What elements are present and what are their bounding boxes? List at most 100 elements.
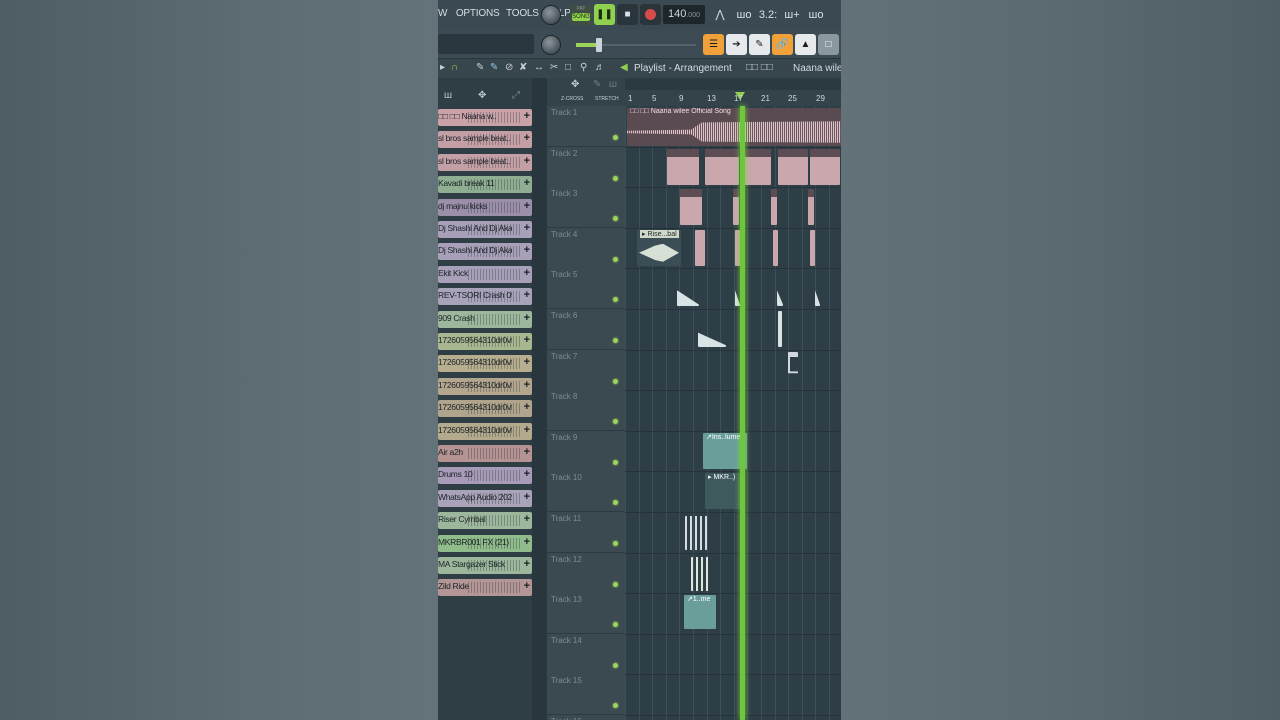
track-enable-led[interactable] — [613, 703, 618, 709]
playhead[interactable] — [740, 106, 745, 720]
audio-clip[interactable] — [695, 229, 705, 266]
browser-clip[interactable]: Air a2h + — [438, 445, 532, 462]
add-clip-icon[interactable]: + — [524, 558, 530, 570]
magnet-icon[interactable]: ∩ — [451, 62, 458, 73]
pattern-song-toggle[interactable]: PAT SONG — [570, 5, 592, 25]
browser-clip[interactable]: 1726059564310dr0vf.. + — [438, 400, 532, 418]
countdown-icon[interactable]: 3.2: — [757, 4, 779, 26]
track-header[interactable]: Track 8 — [547, 390, 625, 432]
track-enable-led[interactable] — [613, 378, 618, 384]
track-enable-led[interactable] — [613, 459, 618, 465]
track-enable-led[interactable] — [613, 297, 618, 303]
add-clip-icon[interactable]: + — [524, 334, 530, 346]
panel-divider[interactable] — [532, 78, 547, 720]
browser-clip[interactable]: Kavadi break 11 + — [438, 176, 532, 194]
track-header[interactable]: Track 6 — [547, 309, 625, 350]
track-enable-led[interactable] — [613, 338, 618, 343]
add-clip-icon[interactable]: + — [524, 513, 530, 525]
add-clip-icon[interactable]: + — [524, 222, 530, 234]
plugin-picker-button[interactable]: ▲ — [795, 34, 816, 55]
playlist-grid[interactable]: □□ □□ Naana wilee Official Song ▸ Rise...… — [625, 106, 841, 720]
audio-clip[interactable] — [685, 516, 707, 550]
loop-record-icon[interactable]: шо — [805, 4, 827, 26]
slider-thumb[interactable] — [596, 38, 602, 52]
playlist-arrow-icon[interactable]: ◀ — [620, 62, 628, 73]
audio-clip[interactable] — [667, 148, 699, 185]
audio-clip[interactable] — [810, 229, 815, 266]
add-clip-icon[interactable]: + — [524, 267, 530, 279]
metronome-icon[interactable]: ⋀ — [709, 4, 731, 26]
add-clip-icon[interactable]: + — [524, 155, 530, 167]
speaker-icon[interactable]: ♬ — [595, 62, 605, 73]
track-header[interactable]: Track 7 — [547, 349, 625, 391]
add-clip-icon[interactable]: + — [524, 446, 530, 458]
track-header[interactable]: Track 16 — [547, 715, 625, 720]
audio-clip[interactable] — [705, 148, 739, 185]
overview-strip[interactable] — [625, 78, 841, 90]
add-clip-icon[interactable]: + — [524, 356, 530, 368]
automation-clip[interactable]: ↗1..me — [684, 595, 716, 630]
audio-clip-fx[interactable]: ▸ MKR..) — [705, 473, 741, 510]
audio-clip-crash[interactable] — [698, 332, 726, 347]
add-clip-icon[interactable]: + — [524, 491, 530, 503]
browser-clip[interactable]: MA Stargazer Stick + — [438, 557, 532, 574]
pencil-icon[interactable]: ✎ — [593, 79, 601, 90]
slice-icon[interactable]: ✂ — [550, 62, 558, 73]
select-icon[interactable]: □ — [565, 62, 571, 73]
browser-clip[interactable]: Riser Cymbal + — [438, 512, 532, 530]
add-clip-icon[interactable]: + — [524, 580, 530, 592]
ruler-mode-a[interactable]: Z-CROSS — [561, 96, 584, 102]
add-clip-icon[interactable]: + — [524, 132, 530, 144]
add-clip-icon[interactable]: + — [524, 244, 530, 256]
browser-clip[interactable]: Zild Ride + — [438, 579, 532, 597]
browser-clip[interactable]: 1726059564310dr0vf.. + — [438, 377, 532, 395]
browser-clip[interactable]: WhatsApp Audio 202.. + — [438, 489, 532, 507]
menu-item-options[interactable]: OPTIONS — [456, 8, 500, 19]
audio-clip[interactable] — [771, 189, 777, 226]
track-enable-led[interactable] — [613, 216, 618, 222]
waveform-icon[interactable]: ш — [444, 90, 452, 101]
blend-icon[interactable]: ш+ — [781, 4, 803, 26]
ruler-mode-b[interactable]: STRETCH — [595, 96, 619, 102]
audio-clip[interactable] — [773, 229, 778, 266]
add-clip-icon[interactable]: + — [524, 177, 530, 189]
piano-roll-button[interactable]: ☰ — [703, 34, 724, 55]
audio-clip[interactable] — [691, 556, 711, 591]
track-enable-led[interactable] — [613, 541, 618, 546]
browser-clip[interactable]: Drums 10 + — [438, 467, 532, 485]
add-clip-icon[interactable]: + — [524, 379, 530, 391]
audio-clip-crash[interactable] — [778, 311, 782, 347]
track-enable-led[interactable] — [613, 256, 618, 262]
track-header[interactable]: Track 12 — [547, 552, 625, 594]
mute-icon[interactable]: ✘ — [519, 62, 527, 73]
add-clip-icon[interactable]: + — [524, 200, 530, 212]
track-header[interactable]: Track 14 — [547, 633, 625, 675]
master-pitch-knob[interactable] — [541, 35, 561, 55]
audio-clip-song[interactable]: □□ □□ Naana wilee Official Song — [627, 108, 841, 146]
track-enable-led[interactable] — [613, 419, 618, 425]
wait-icon[interactable]: шо — [733, 4, 755, 26]
audio-clip[interactable] — [788, 351, 798, 374]
audio-clip-riser[interactable]: ▸ Rise...bal — [637, 229, 681, 266]
track-enable-led[interactable] — [613, 581, 618, 587]
browser-clip[interactable]: Dj Shashi And Dj Aka.. + — [438, 243, 532, 261]
master-volume-knob[interactable] — [541, 5, 561, 25]
menu-item-view[interactable]: W — [438, 8, 447, 19]
browser-clip[interactable]: dj majnu kicks + — [438, 198, 532, 216]
menu-item-tools[interactable]: TOOLS — [506, 8, 539, 19]
browser-clip[interactable]: REV-TSORI Crash 05 + — [438, 288, 532, 306]
browser-clip[interactable]: sl bros sample beat.. + — [438, 131, 532, 149]
move-icon[interactable]: ✥ — [571, 79, 579, 90]
tempo-display[interactable]: 140.000 — [663, 5, 705, 24]
add-clip-icon[interactable]: + — [524, 536, 530, 548]
add-clip-icon[interactable]: + — [524, 312, 530, 324]
track-header[interactable]: Track 9 — [547, 430, 625, 472]
track-enable-led[interactable] — [613, 500, 618, 506]
track-header[interactable]: Track 4 — [547, 227, 625, 269]
waveform-icon[interactable]: ш — [609, 79, 617, 90]
arrow-right-icon[interactable]: ▸ — [440, 62, 445, 73]
move-icon[interactable]: ✥ — [478, 90, 486, 101]
audio-clip[interactable] — [680, 189, 702, 226]
track-header[interactable]: Track 10 — [547, 471, 625, 513]
add-clip-icon[interactable]: + — [524, 468, 530, 480]
